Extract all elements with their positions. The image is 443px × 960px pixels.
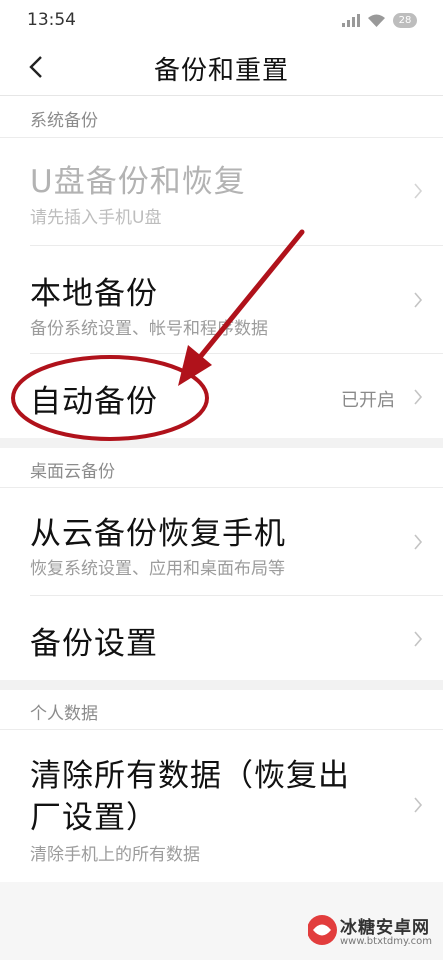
- status-bar: 13:54 28: [0, 0, 443, 40]
- item-subtitle: 恢复系统设置、应用和桌面布局等: [30, 559, 285, 579]
- usb-backup-item[interactable]: U盘备份和恢复 请先插入手机U盘: [0, 138, 443, 246]
- item-title-line2: 厂设置）: [30, 800, 158, 836]
- section-label: 系统备份: [30, 111, 98, 131]
- auto-backup-item[interactable]: 自动备份 已开启: [0, 354, 443, 438]
- cloud-restore-item[interactable]: 从云备份恢复手机 恢复系统设置、应用和桌面布局等: [0, 488, 443, 596]
- item-subtitle: 备份系统设置、帐号和程序数据: [30, 319, 268, 339]
- item-title: 自动备份: [30, 384, 158, 420]
- page-title: 备份和重置: [153, 56, 289, 86]
- chevron-right-icon: [414, 292, 423, 308]
- battery-icon: 28: [393, 12, 417, 28]
- chevron-right-icon: [414, 797, 423, 813]
- section-header-personal-data: 个人数据: [0, 690, 443, 730]
- status-icons: 28: [342, 11, 417, 29]
- backup-settings-item[interactable]: 备份设置: [0, 596, 443, 680]
- chevron-right-icon: [414, 631, 423, 647]
- wifi-icon: [368, 14, 385, 27]
- local-backup-item[interactable]: 本地备份 备份系统设置、帐号和程序数据: [0, 246, 443, 354]
- section-label: 桌面云备份: [30, 462, 115, 482]
- item-subtitle: 清除手机上的所有数据: [30, 845, 200, 865]
- title-bar: 备份和重置: [0, 40, 443, 96]
- chevron-right-icon: [414, 534, 423, 550]
- item-title-line1: 清除所有数据（恢复出: [30, 758, 350, 794]
- section-gap: [0, 680, 443, 690]
- item-subtitle: 请先插入手机U盘: [30, 208, 162, 228]
- battery-level: 28: [398, 14, 412, 26]
- status-time: 13:54: [27, 10, 76, 30]
- watermark-url: www.btxtdmy.com: [340, 936, 433, 947]
- item-title: 备份设置: [30, 626, 158, 662]
- section-gap: [0, 438, 443, 448]
- auto-backup-status: 已开启: [341, 390, 395, 411]
- item-title: 从云备份恢复手机: [30, 516, 286, 552]
- watermark-name: 冰糖安卓网: [340, 918, 430, 938]
- signal-icon: [342, 13, 360, 27]
- chevron-right-icon: [414, 183, 423, 199]
- factory-reset-item[interactable]: 清除所有数据（恢复出 厂设置） 清除手机上的所有数据: [0, 730, 443, 882]
- item-title: 本地备份: [30, 276, 158, 312]
- chevron-right-icon: [414, 389, 423, 405]
- section-label: 个人数据: [30, 704, 98, 724]
- section-header-cloud-backup: 桌面云备份: [0, 448, 443, 488]
- section-header-system-backup: 系统备份: [0, 96, 443, 138]
- item-title: U盘备份和恢复: [30, 164, 246, 200]
